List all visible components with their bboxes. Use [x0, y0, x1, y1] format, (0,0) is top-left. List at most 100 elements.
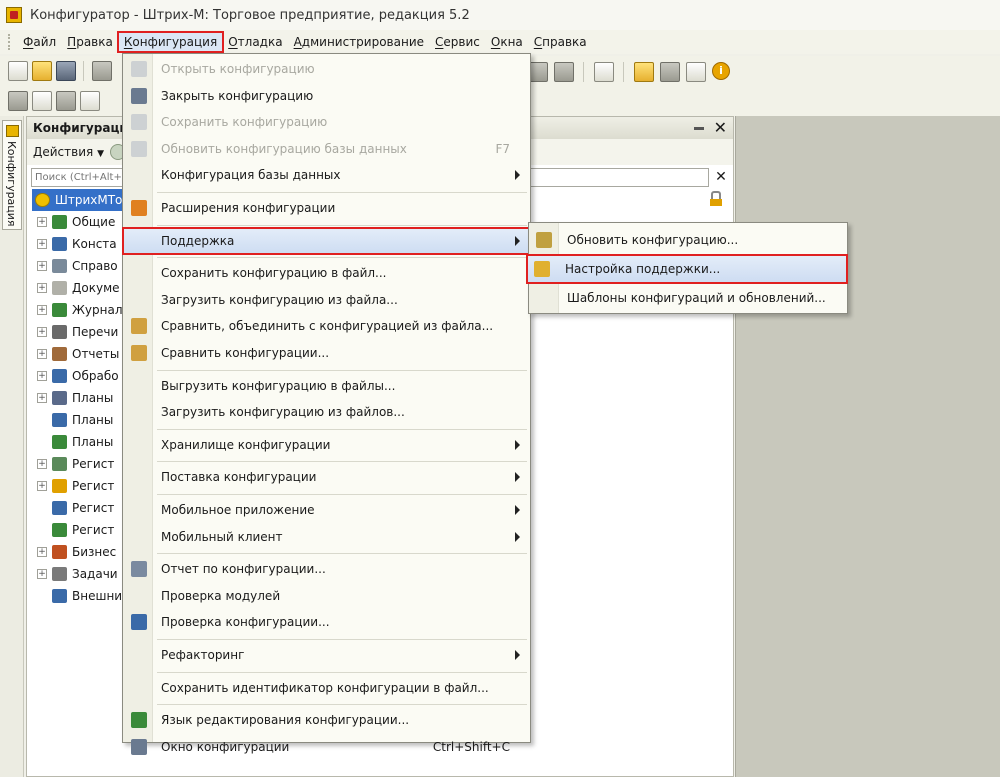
expand-icon[interactable]: + — [37, 393, 47, 403]
submenu-item[interactable]: Обновить конфигурацию... — [529, 226, 847, 254]
menu-item[interactable]: Проверка конфигурации... — [123, 609, 530, 635]
submenu-item[interactable]: Шаблоны конфигураций и обновлений... — [529, 284, 847, 312]
expand-icon[interactable]: + — [37, 547, 47, 557]
expand-icon[interactable]: + — [37, 371, 47, 381]
menu-item[interactable]: Сравнить конфигурации... — [123, 340, 530, 366]
menu-item[interactable]: Сравнить, объединить с конфигурацией из … — [123, 313, 530, 339]
menu-separator — [157, 224, 527, 226]
expand-icon[interactable]: + — [37, 569, 47, 579]
search-back-icon[interactable] — [528, 62, 548, 82]
menu-item: Открыть конфигурацию — [123, 56, 530, 82]
menu-item[interactable]: Хранилище конфигурации — [123, 432, 530, 458]
menu-separator — [157, 257, 527, 259]
menu-item[interactable]: Поставка конфигурации — [123, 464, 530, 490]
actions-button[interactable]: Действия ▼ — [33, 145, 104, 159]
close-panel-icon[interactable]: ✕ — [714, 120, 727, 136]
expand-icon[interactable]: + — [37, 305, 47, 315]
expand-icon[interactable]: + — [37, 261, 47, 271]
menu-administration[interactable]: Администрирование — [289, 33, 429, 51]
submenu-item[interactable]: Настройка поддержки... — [526, 254, 848, 284]
expand-icon[interactable]: + — [37, 283, 47, 293]
expand-icon[interactable]: + — [37, 217, 47, 227]
database-icon[interactable] — [56, 91, 76, 111]
tree-item-icon — [52, 215, 67, 229]
tree-item-label: Регист — [72, 501, 115, 515]
app-logo-icon — [6, 7, 22, 23]
menu-item-label: Сохранить конфигурацию — [161, 115, 328, 130]
side-tab-label: Конфигурация — [5, 141, 18, 227]
assistant-icon[interactable] — [660, 62, 680, 82]
info-icon[interactable]: i — [712, 62, 730, 80]
config-doc-icon[interactable] — [32, 91, 52, 111]
toolbar-separator — [623, 62, 625, 82]
menu-item[interactable]: Выгрузить конфигурацию в файлы... — [123, 373, 530, 399]
menu-item[interactable]: Проверка модулей — [123, 583, 530, 609]
menu-item-label: Проверка конфигурации... — [161, 615, 330, 630]
menu-windows[interactable]: Окна — [486, 33, 528, 51]
menu-item[interactable]: Рефакторинг — [123, 642, 530, 668]
tree-item-icon — [52, 589, 67, 603]
tree-item-label: Справо — [72, 259, 118, 273]
menu-help[interactable]: Справка — [529, 33, 592, 51]
actions-label: Действия — [33, 145, 94, 159]
toolbar-right-group: i — [528, 62, 730, 82]
expand-icon[interactable]: + — [37, 481, 47, 491]
menu-configuration[interactable]: Конфигурация — [116, 31, 225, 53]
menu-item[interactable]: Отчет по конфигурации... — [123, 556, 530, 582]
submenu-arrow-icon — [515, 650, 520, 660]
menu-item[interactable]: Сохранить конфигурацию в файл... — [123, 260, 530, 286]
tree-item-icon — [52, 435, 67, 449]
tree-item-icon — [52, 391, 67, 405]
menu-service[interactable]: Сервис — [430, 33, 485, 51]
expand-icon[interactable]: + — [37, 239, 47, 249]
expand-icon[interactable]: + — [37, 349, 47, 359]
menu-item[interactable]: Окно конфигурации Ctrl+Shift+C — [123, 734, 530, 760]
new-document-icon[interactable] — [8, 61, 28, 81]
minimize-panel-icon[interactable] — [693, 126, 704, 130]
save-icon[interactable] — [56, 61, 76, 81]
tree-item-label: Задачи — [72, 567, 118, 581]
menu-item-label: Открыть конфигурацию — [161, 62, 315, 76]
menu-item-label: Закрыть конфигурацию — [161, 88, 314, 103]
menu-item[interactable]: Сохранить идентификатор конфигурации в ф… — [123, 675, 530, 701]
expand-icon[interactable]: + — [37, 459, 47, 469]
template-icon[interactable] — [686, 62, 706, 82]
table-icon[interactable] — [80, 91, 100, 111]
tree-item-icon — [52, 259, 67, 273]
lock-icon — [710, 191, 722, 206]
menu-item[interactable]: Расширения конфигурации — [123, 195, 530, 221]
menu-item[interactable]: Мобильный клиент — [123, 524, 530, 550]
config-tool-icon[interactable] — [8, 91, 28, 111]
tree-item-icon — [52, 501, 67, 515]
menu-item-icon — [131, 200, 147, 216]
tree-item-label: Планы — [72, 413, 114, 427]
open-folder-icon[interactable] — [32, 61, 52, 81]
menu-item[interactable]: Загрузить конфигурацию из файла... — [123, 287, 530, 313]
cut-icon[interactable] — [92, 61, 112, 81]
submenu-item-icon — [536, 232, 552, 248]
menu-item[interactable]: Загрузить конфигурацию из файлов... — [123, 399, 530, 425]
clear-search-icon[interactable]: ✕ — [713, 169, 729, 185]
menu-debug[interactable]: Отладка — [223, 33, 287, 51]
menu-file[interactable]: Файл — [18, 33, 61, 51]
search-forward-icon[interactable] — [554, 62, 574, 82]
window-list-icon[interactable] — [594, 62, 614, 82]
menubar-grip[interactable] — [8, 34, 12, 50]
menu-bar: Файл Правка Конфигурация Отладка Админис… — [0, 30, 1000, 54]
submenu-item-label: Шаблоны конфигураций и обновлений... — [567, 291, 826, 305]
menu-item[interactable]: Мобильное приложение — [123, 497, 530, 523]
side-tab-configuration[interactable]: Конфигурация — [2, 120, 22, 230]
syntax-helper-icon[interactable] — [634, 62, 654, 82]
menu-item[interactable]: Язык редактирования конфигурации... — [123, 707, 530, 733]
menu-item[interactable]: Конфигурация базы данных — [123, 162, 530, 188]
menu-item[interactable]: Закрыть конфигурацию — [123, 83, 530, 109]
workspace-area — [735, 116, 1000, 777]
menu-item-icon — [131, 345, 147, 361]
tree-item-label: Регист — [72, 479, 115, 493]
menu-edit[interactable]: Правка — [62, 33, 118, 51]
submenu-arrow-icon — [515, 235, 520, 246]
menu-item[interactable]: Поддержка — [122, 226, 531, 255]
menu-item-label: Поставка конфигурации — [161, 470, 317, 485]
expand-icon[interactable]: + — [37, 327, 47, 337]
tree-item-label: Планы — [72, 391, 114, 405]
